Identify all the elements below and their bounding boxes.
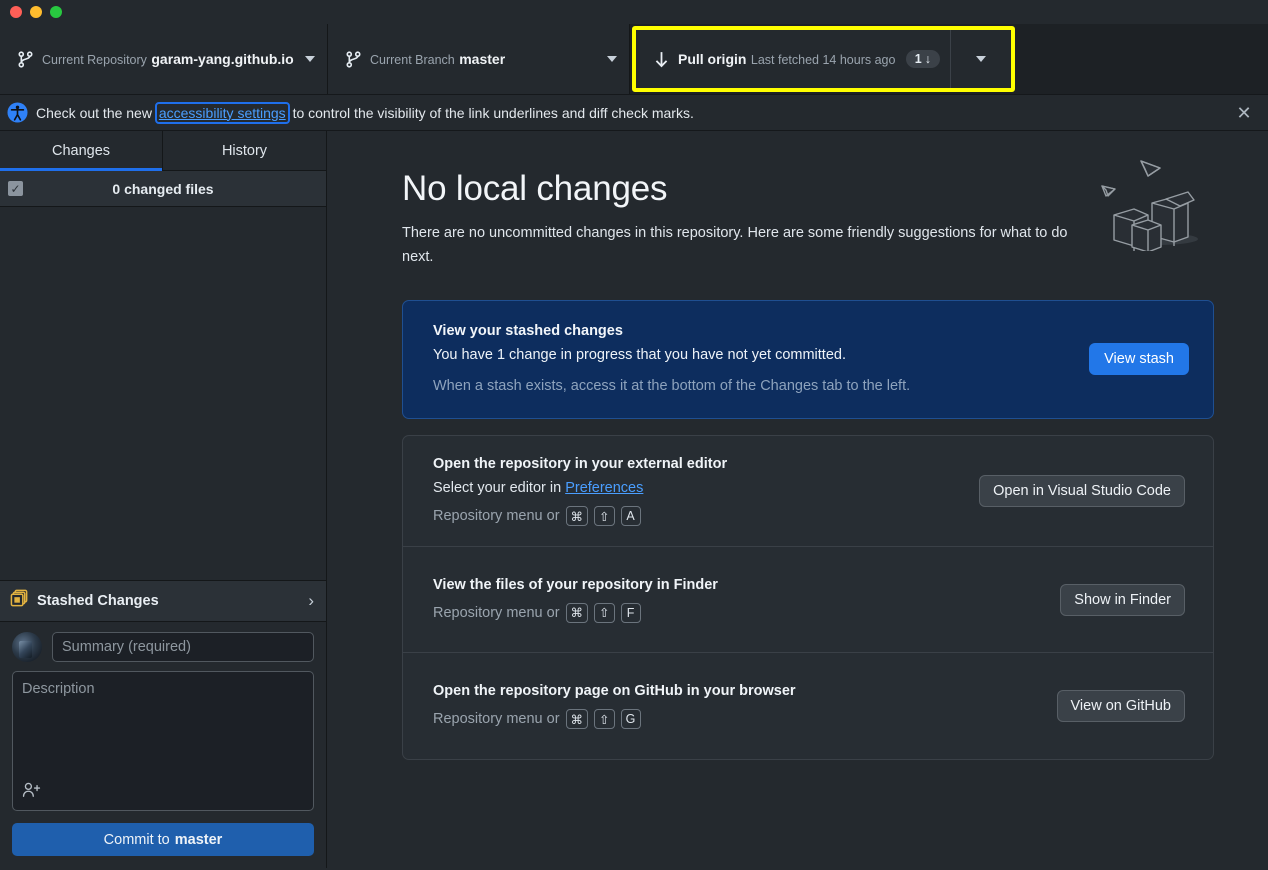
suggestion-view-on-github: Open the repository page on GitHub in yo… [403,653,1213,759]
maximize-window-button[interactable] [50,6,62,18]
toolbar: Current Repository garam-yang.github.io … [0,24,1268,94]
commit-description-placeholder: Description [22,681,95,697]
preferences-link[interactable]: Preferences [565,480,643,496]
select-all-files-checkbox[interactable]: ✓ [8,181,23,196]
stashed-changes-label: Stashed Changes [37,593,159,609]
suggestion-list: Open the repository in your external edi… [402,435,1214,760]
page-subtext: There are no uncommitted changes in this… [402,225,1068,265]
repo-branch-icon [340,50,366,69]
view-stash-button[interactable]: View stash [1089,342,1189,375]
pull-origin-highlight: Pull origin Last fetched 14 hours ago 1 … [632,26,1015,92]
shift-key-icon: ⇧ [594,506,615,526]
command-key-icon: ⌘ [565,709,589,729]
suggestion-title: Open the repository in your external edi… [433,456,728,472]
pull-badge-arrow-icon: ↓ [924,52,931,66]
suggestion-title: View the files of your repository in Fin… [433,576,718,593]
check-icon: ✓ [10,181,21,196]
window-titlebar [0,0,1268,24]
pull-badge-count: 1 [914,52,922,66]
commit-button-prefix: Commit to [103,831,170,848]
shift-key-icon: ⇧ [594,602,615,623]
page-title: No local changes [402,169,668,208]
accessibility-notification-banner: Check out the new accessibility settings… [0,94,1268,131]
current-branch-button[interactable]: Current Branch master [328,24,630,94]
commit-button-branch: master [174,831,223,848]
changed-files-count: 0 changed files [112,180,214,197]
letter-key-f: F [620,602,641,623]
tab-changes-label: Changes [51,142,111,159]
accessibility-icon [6,102,28,123]
current-branch-value: master [459,50,506,67]
repo-branch-icon [12,50,38,69]
close-banner-button[interactable]: ✕ [1226,104,1262,122]
sidebar: Changes History ✓ 0 changed files Stashe… [0,131,327,868]
commit-form: Description Commit to master [0,622,326,868]
changed-files-header: ✓ 0 changed files [0,171,326,207]
suggestion-shortcut: Repository menu or ⌘ ⇧ F [433,602,1060,623]
chevron-down-icon [976,56,986,62]
stash-card-description: You have 1 change in progress that you h… [433,347,846,363]
suggestion-subtitle-text: Select your editor in [433,480,562,496]
shift-key-icon: ⇧ [594,709,615,729]
changed-files-list[interactable] [0,207,326,580]
minimize-window-button[interactable] [30,6,42,18]
close-window-button[interactable] [10,6,22,18]
commit-description-input[interactable]: Description [12,671,314,811]
shortcut-prefix: Repository menu or [433,508,560,524]
suggestion-subtitle: Select your editor in Preferences [433,480,979,496]
github-desktop-window: Current Repository garam-yang.github.io … [0,0,1268,870]
stash-card-hint: When a stash exists, access it at the bo… [433,378,911,394]
tab-changes[interactable]: Changes [0,131,163,171]
main-layout: Changes History ✓ 0 changed files Stashe… [0,131,1268,868]
open-in-visual-studio-code-button[interactable]: Open in Visual Studio Code [979,475,1185,507]
letter-key-a: A [620,506,641,526]
current-repository-value: garam-yang.github.io [151,50,294,67]
suggestion-shortcut: Repository menu or ⌘ ⇧ G [433,709,1057,729]
pull-origin-dropdown-button[interactable] [951,30,1011,88]
current-repository-label: Current Repository [42,52,147,67]
sidebar-tabs: Changes History [0,131,326,171]
arrow-down-icon [648,50,674,69]
pull-commit-count-badge: 1 ↓ [905,50,940,68]
commit-summary-row [12,632,314,662]
command-key-icon: ⌘ [565,602,589,623]
banner-text-before: Check out the new [36,104,152,121]
commit-to-branch-button[interactable]: Commit to master [12,823,314,856]
stash-card-title: View your stashed changes [433,323,623,339]
suggestion-shortcut: Repository menu or ⌘ ⇧ A [433,506,979,526]
add-coauthor-icon[interactable] [22,781,42,804]
show-in-finder-button[interactable]: Show in Finder [1060,583,1185,616]
shortcut-prefix: Repository menu or [433,711,560,727]
suggestion-cards: View your stashed changes You have 1 cha… [402,300,1214,760]
pull-origin-title: Pull origin [678,50,747,67]
suggestion-show-in-finder: View the files of your repository in Fin… [403,547,1213,653]
tab-history-label: History [221,142,268,159]
banner-text: Check out the new accessibility settings… [28,101,1226,124]
main-content: No local changes There are no uncommitte… [327,131,1268,868]
current-repository-button[interactable]: Current Repository garam-yang.github.io [0,24,328,94]
stash-stack-icon [10,589,29,613]
chevron-down-icon [305,56,315,62]
chevron-right-icon: › [308,591,314,610]
chevron-down-icon [607,56,617,62]
pull-origin-subtitle: Last fetched 14 hours ago [750,52,896,67]
letter-key-g: G [620,709,641,729]
banner-text-after: to control the visibility of the link un… [292,104,694,121]
stash-suggestion-card: View your stashed changes You have 1 cha… [402,300,1214,419]
suggestion-title: Open the repository page on GitHub in yo… [433,683,796,699]
command-key-icon: ⌘ [565,506,589,526]
boxes-and-paper-planes-illustration [1096,141,1216,257]
tab-history[interactable]: History [163,131,326,170]
accessibility-settings-link[interactable]: accessibility settings [154,101,290,124]
pull-origin-button[interactable]: Pull origin Last fetched 14 hours ago 1 … [636,30,951,88]
view-on-github-button[interactable]: View on GitHub [1056,690,1185,722]
shortcut-prefix: Repository menu or [433,604,560,621]
current-branch-label: Current Branch [370,52,455,67]
stashed-changes-row[interactable]: Stashed Changes › [0,580,326,622]
avatar [12,632,42,662]
suggestion-open-external-editor: Open the repository in your external edi… [403,436,1213,547]
commit-summary-input[interactable] [52,632,314,662]
